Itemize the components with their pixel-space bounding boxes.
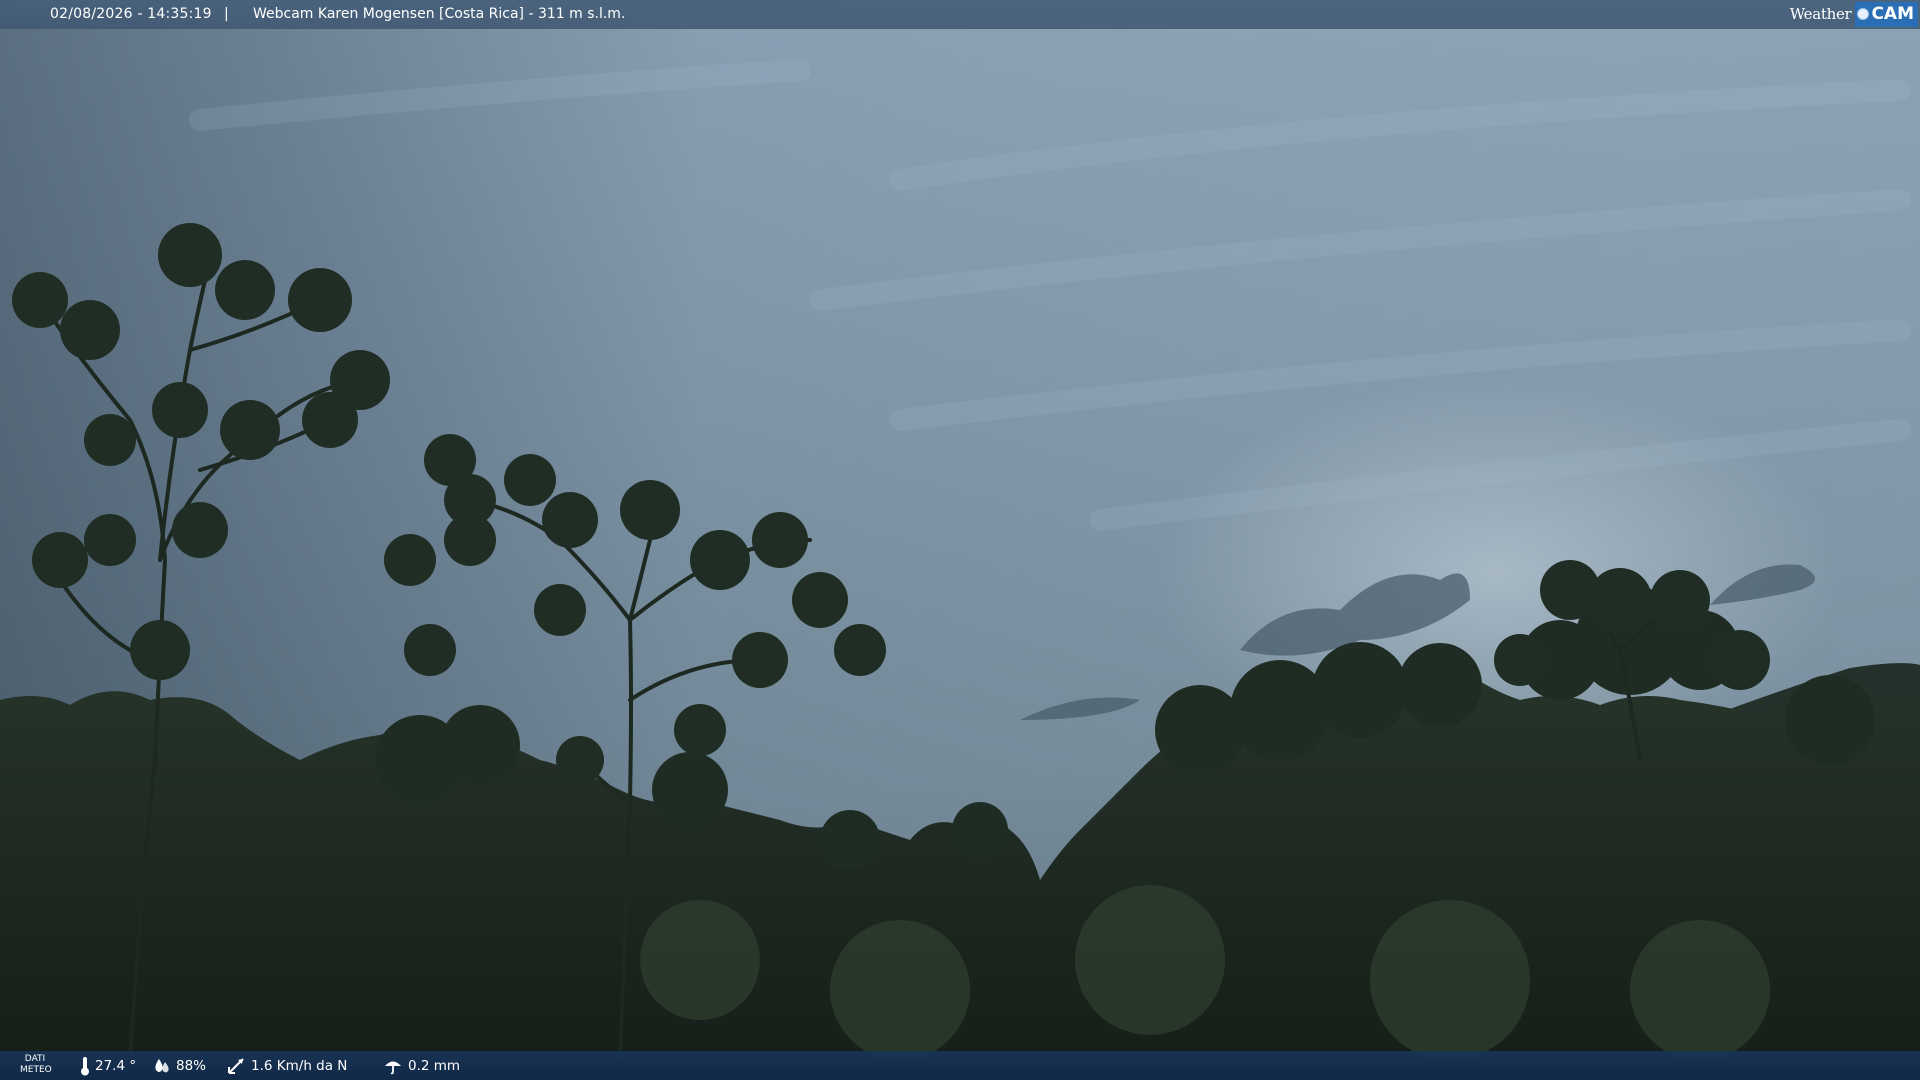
humidity-readout: 88% [153,1051,206,1080]
rain-value: 0.2 mm [408,1057,461,1074]
weather-data-bar: DATI METEO 27.4 ° 88% 1.6 Km/h da N 0.2 … [0,1051,1920,1080]
thermometer-icon [81,1056,89,1075]
logo-cam-badge: CAM [1855,2,1918,27]
weather-label-line1: DATI [24,1054,46,1064]
weathercam-logo: Weather CAM [1790,0,1920,29]
header-separator: | [224,6,229,22]
rain-readout: 0.2 mm [383,1051,460,1080]
logo-dot-icon [1857,8,1870,20]
logo-cam-text: CAM [1871,4,1914,24]
wind-value: 1.6 Km/h da N [251,1057,348,1074]
timestamp: 02/08/2026 - 14:35:19 [50,6,212,22]
temperature-readout: 27.4 ° [80,1051,136,1080]
temperature-value: 27.4 ° [95,1057,137,1074]
rain-umbrella-icon [385,1061,401,1074]
wind-readout: 1.6 Km/h da N [226,1051,347,1080]
webcam-caption: Webcam Karen Mogensen [Costa Rica] - 311… [253,6,626,22]
logo-weather-text: Weather [1789,5,1852,23]
weather-label: DATI METEO [20,1054,52,1076]
wind-vane-icon [228,1057,244,1074]
webcam-image [0,0,1920,1080]
humidity-drops-icon [155,1058,169,1072]
weather-label-line2: METEO [20,1065,52,1075]
humidity-value: 88% [176,1057,207,1074]
webcam-header-bar: 02/08/2026 - 14:35:19 | Webcam Karen Mog… [0,0,1920,29]
